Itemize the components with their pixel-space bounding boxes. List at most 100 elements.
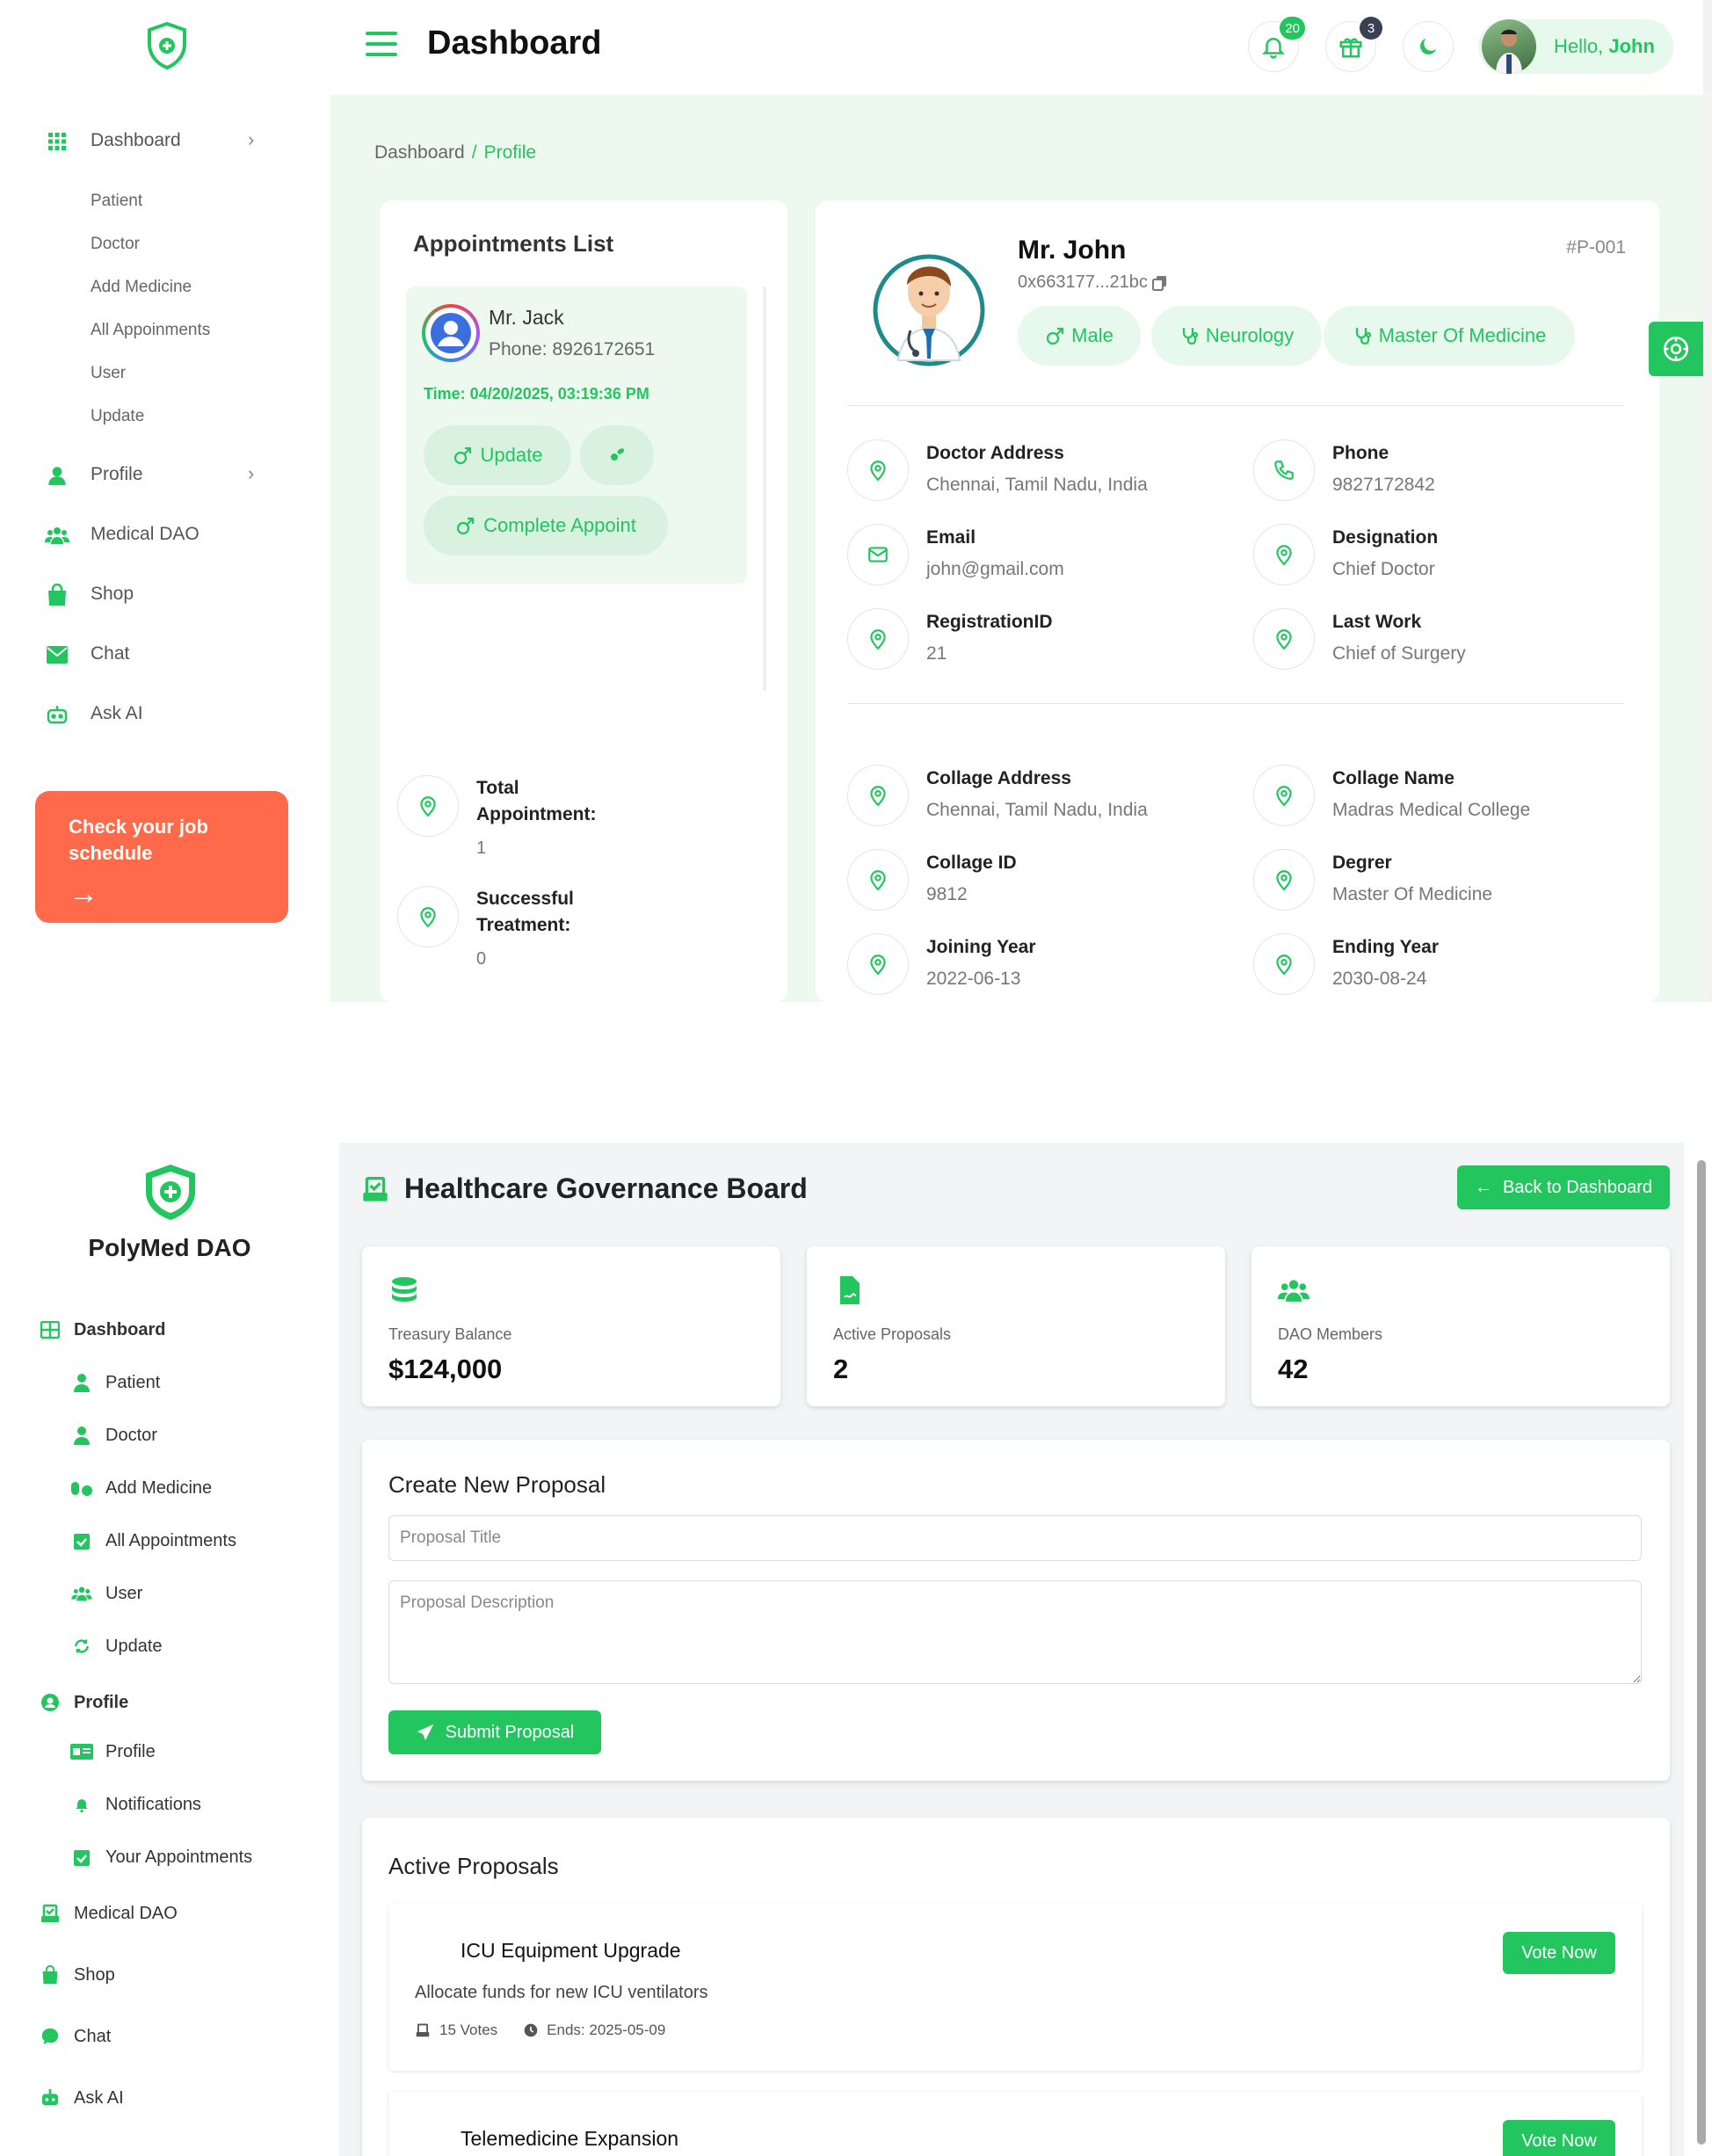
sidebar-item-user[interactable]: User	[70, 1582, 142, 1605]
wallet-address: 0x663177...21bc	[1018, 272, 1168, 293]
sidebar-item-ask-ai[interactable]: Ask AI	[39, 2087, 124, 2109]
clock-icon	[524, 2023, 538, 2037]
avatar	[1482, 19, 1536, 74]
user-menu[interactable]: Hello, John	[1478, 19, 1673, 74]
stat-label: Treasury Balance	[388, 1325, 512, 1343]
sidebar-item-update[interactable]: Update	[70, 1635, 163, 1658]
sidebar-item-shop[interactable]: Shop	[91, 584, 134, 605]
settings-float-button[interactable]	[1649, 322, 1703, 376]
sidebar-item-profile[interactable]: Profile	[91, 464, 143, 485]
stat-card-treasury: Treasury Balance $124,000	[362, 1246, 780, 1406]
notification-count-badge: 20	[1280, 17, 1305, 40]
proposal-description: Allocate funds for new ICU ventilators	[415, 1983, 708, 2002]
shopping-bag-icon	[44, 582, 70, 608]
bell-icon	[70, 1793, 93, 1816]
pills-button[interactable]	[580, 425, 654, 485]
sidebar-group-profile[interactable]: Profile	[39, 1691, 128, 1714]
sidebar-item-update[interactable]: Update	[91, 407, 144, 426]
location-icon	[847, 439, 909, 501]
appointment-item: Mr. Jack Phone: 8926172651 Time: 04/20/2…	[406, 287, 747, 584]
sidebar-item-user[interactable]: User	[91, 364, 126, 383]
sidebar-item-shop[interactable]: Shop	[39, 1964, 115, 1986]
location-icon	[397, 886, 459, 947]
location-icon	[847, 608, 909, 670]
patient-name: Mr. Jack	[489, 306, 564, 329]
refresh-icon	[70, 1635, 93, 1658]
proposal-item: ICU Equipment Upgrade Allocate funds for…	[388, 1904, 1642, 2071]
sidebar-item-doctor[interactable]: Doctor	[91, 235, 140, 254]
sidebar-item-doctor[interactable]: Doctor	[70, 1424, 157, 1447]
notifications-button[interactable]: 20	[1248, 17, 1305, 72]
proposal-title: ICU Equipment Upgrade	[461, 1939, 681, 1962]
sidebar-item-medical-dao[interactable]: Medical DAO	[39, 1902, 178, 1925]
sidebar-item-dashboard[interactable]: Dashboard	[39, 1318, 165, 1341]
male-icon	[1047, 327, 1064, 345]
sidebar: PolyMed DAO Dashboard Patient Doctor Add…	[0, 1143, 339, 2156]
sidebar-item-your-appointments[interactable]: Your Appointments	[70, 1846, 252, 1869]
sidebar-item-ask-ai[interactable]: Ask AI	[91, 703, 143, 724]
sidebar: Dashboard › Patient Doctor Add Medicine …	[0, 95, 330, 1002]
patient-phone: Phone: 8926172651	[489, 339, 656, 359]
main-content: Dashboard / Profile Appointments List Mr. …	[330, 95, 1712, 1002]
sidebar-item-chat[interactable]: Chat	[39, 2025, 111, 2048]
sidebar-item-medical-dao[interactable]: Medical DAO	[91, 524, 199, 545]
sidebar-item-chat[interactable]: Chat	[91, 643, 129, 664]
update-button[interactable]: Update	[424, 425, 571, 485]
sidebar-item-dashboard[interactable]: Dashboard	[91, 130, 181, 151]
job-schedule-card[interactable]: Check your job schedule →	[35, 791, 288, 923]
sidebar-item-all-appointments[interactable]: All Appointments	[70, 1529, 236, 1552]
submit-proposal-button[interactable]: Submit Proposal	[388, 1710, 601, 1754]
active-proposals-title: Active Proposals	[388, 1853, 559, 1879]
menu-toggle-icon[interactable]	[366, 32, 397, 58]
page-scrollbar[interactable]	[1691, 1143, 1712, 2156]
top-header: Dashboard 20 3 Hello, John	[0, 0, 1712, 95]
proposal-description-input[interactable]	[388, 1580, 1642, 1684]
proposal-title-input[interactable]	[388, 1515, 1642, 1561]
user-icon	[44, 462, 70, 489]
scrollbar-thumb[interactable]	[1697, 1160, 1706, 2145]
id-card-icon	[70, 1740, 93, 1763]
gift-button[interactable]: 3	[1325, 17, 1382, 72]
page-scrollbar[interactable]	[1703, 0, 1712, 1002]
sidebar-item-profile[interactable]: Profile	[70, 1740, 156, 1763]
vote-now-button[interactable]: Vote Now	[1503, 2120, 1615, 2156]
breadcrumb-root[interactable]: Dashboard	[374, 142, 465, 163]
complete-appointment-button[interactable]: Complete Appoint	[424, 496, 668, 555]
stat-value: $124,000	[388, 1354, 503, 1384]
vote-now-button[interactable]: Vote Now	[1503, 1932, 1615, 1974]
shield-logo-icon	[148, 21, 186, 70]
appointments-card: Appointments List Mr. Jack Phone: 892617…	[380, 200, 787, 1002]
copy-icon[interactable]	[1152, 275, 1168, 291]
successful-treatment-value: 0	[476, 949, 487, 969]
arrow-left-icon: ←	[1474, 1177, 1492, 1197]
user-doctor-icon	[70, 1424, 93, 1447]
back-to-dashboard-button[interactable]: ← Back to Dashboard	[1457, 1165, 1670, 1209]
complete-label: Complete Appoint	[483, 514, 636, 536]
dao-screen: PolyMed DAO Dashboard Patient Doctor Add…	[0, 1143, 1712, 2156]
pills-icon	[611, 448, 625, 461]
vote-count: 15 Votes	[439, 2022, 498, 2038]
successful-treatment-label: Successful Treatment:	[476, 889, 574, 935]
sidebar-item-add-medicine[interactable]: Add Medicine	[91, 278, 192, 297]
doctor-name: Mr. John	[1018, 236, 1127, 265]
shopping-bag-icon	[39, 1964, 62, 1986]
doctor-id: #P-001	[1566, 237, 1626, 258]
breadcrumb: Dashboard / Profile	[374, 142, 536, 163]
sidebar-item-patient[interactable]: Patient	[70, 1371, 160, 1394]
appointment-list-scrollbar[interactable]	[763, 287, 766, 691]
sidebar-item-all-appointments[interactable]: All Appoinments	[91, 321, 210, 340]
divider	[847, 405, 1624, 406]
sidebar-item-add-medicine[interactable]: Add Medicine	[70, 1477, 212, 1499]
stat-value: 42	[1278, 1354, 1309, 1384]
gender-tag: Male	[1018, 306, 1141, 366]
sidebar-item-notifications[interactable]: Notifications	[70, 1793, 201, 1816]
total-appointment-value: 1	[476, 838, 487, 858]
create-proposal-card: Create New Proposal Submit Proposal	[362, 1440, 1670, 1781]
sidebar-item-patient[interactable]: Patient	[91, 192, 142, 211]
user-circle-icon	[39, 1691, 62, 1714]
phone-icon	[1253, 439, 1315, 501]
arrow-right-icon: →	[69, 877, 98, 911]
end-date: Ends: 2025-05-09	[547, 2022, 666, 2038]
dark-mode-toggle[interactable]	[1403, 21, 1454, 72]
update-label: Update	[480, 444, 543, 466]
